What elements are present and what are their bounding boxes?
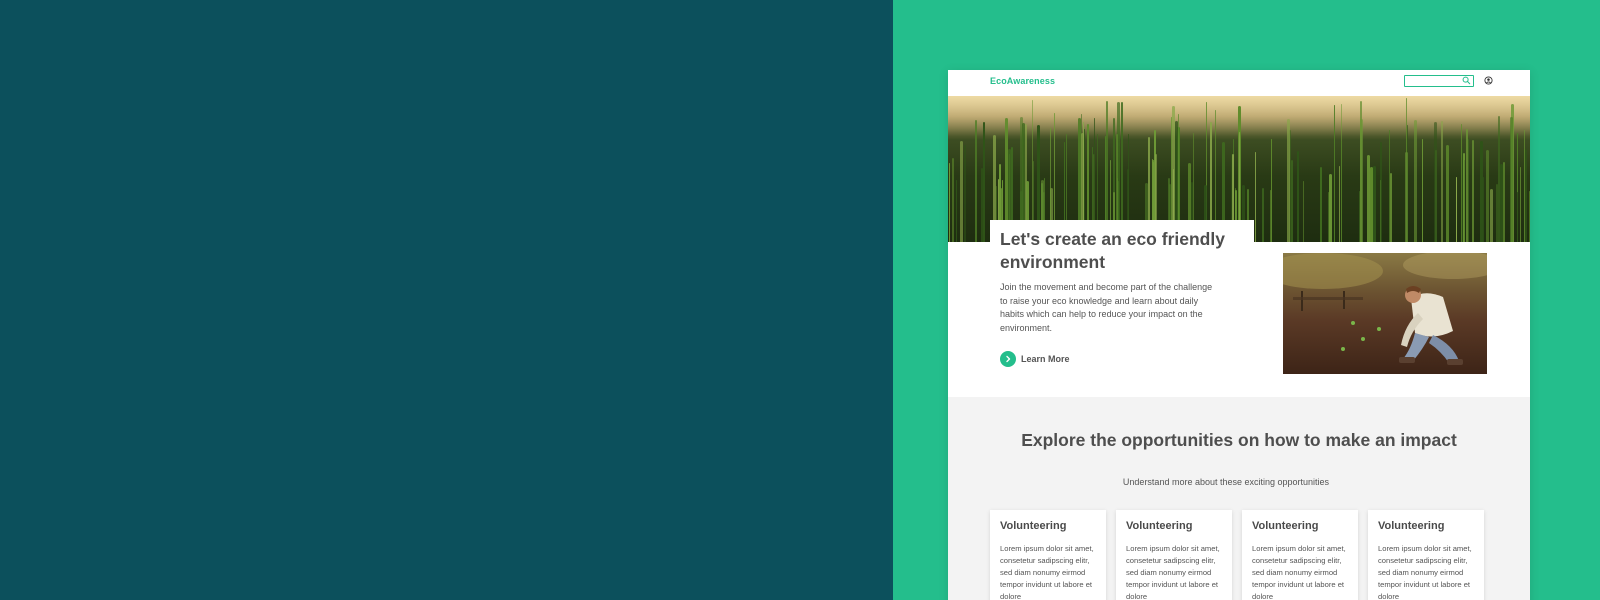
top-navigation: EcoAwareness [948, 70, 1530, 96]
wheat-stalk [964, 145, 966, 242]
wheat-stalk [1297, 151, 1299, 242]
opportunity-card[interactable]: Volunteering Lorem ipsum dolor sit amet,… [990, 510, 1106, 600]
opportunity-card-text: Lorem ipsum dolor sit amet, consetetur s… [1126, 544, 1220, 600]
wheat-stalk [1380, 142, 1382, 242]
search-icon[interactable] [1462, 76, 1471, 85]
opportunity-card-title: Volunteering [1252, 520, 1319, 532]
wheat-stalk [981, 168, 983, 242]
opportunity-card-title: Volunteering [1126, 520, 1193, 532]
wheat-stalk [960, 141, 963, 242]
gardener-photo [1283, 253, 1487, 374]
wheat-stalk [1486, 150, 1489, 242]
user-icon[interactable] [1484, 76, 1493, 85]
wheat-stalk [1287, 119, 1290, 242]
learn-more-button[interactable]: Learn More [1000, 351, 1070, 367]
wheat-stalk [1503, 162, 1505, 242]
wheat-stalk [1464, 160, 1465, 242]
wheat-stalk [1524, 130, 1525, 242]
wheat-stalk [949, 163, 950, 242]
wheat-stalk [1341, 141, 1342, 242]
gardener-illustration [1283, 253, 1487, 374]
wheat-stalk [1466, 129, 1468, 242]
right-panel: EcoAwareness Let's create an eco friendl… [893, 0, 1600, 600]
wheat-stalk [1468, 139, 1469, 242]
site-logo[interactable]: EcoAwareness [990, 76, 1055, 86]
wheat-stalk [1262, 188, 1264, 242]
wheat-stalk [956, 180, 957, 242]
wheat-stalk [1510, 117, 1513, 242]
wheat-stalk [1370, 167, 1373, 242]
opportunity-card[interactable]: Volunteering Lorem ipsum dolor sit amet,… [1242, 510, 1358, 600]
learn-more-label: Learn More [1021, 354, 1070, 364]
opportunity-card-title: Volunteering [1000, 520, 1067, 532]
wheat-stalk [1390, 173, 1392, 242]
hero-title: Let's create an eco friendly environment [1000, 229, 1225, 272]
wheat-stalk [1422, 139, 1423, 242]
wheat-stalk [1373, 166, 1376, 242]
wheat-stalk [1441, 121, 1443, 242]
opportunity-card-text: Lorem ipsum dolor sit amet, consetetur s… [1378, 544, 1472, 600]
wheat-stalk [975, 120, 977, 242]
opportunity-card-text: Lorem ipsum dolor sit amet, consetetur s… [1000, 544, 1094, 600]
wheat-stalk [1360, 119, 1363, 242]
opportunity-card-text: Lorem ipsum dolor sit amet, consetetur s… [1252, 544, 1346, 600]
website-mockup: EcoAwareness Let's create an eco friendl… [948, 70, 1530, 600]
wheat-stalk [1414, 120, 1417, 242]
wheat-stalk [1500, 164, 1503, 242]
wheat-stalk [1255, 152, 1256, 242]
wheat-stalk [983, 122, 985, 242]
opportunity-card-title: Volunteering [1378, 520, 1445, 532]
opportunities-section: Explore the opportunities on how to make… [948, 397, 1530, 600]
left-panel [0, 0, 893, 600]
wheat-stalk [1271, 139, 1272, 242]
wheat-stalk [1490, 189, 1493, 242]
chevron-right-icon [1000, 351, 1016, 367]
wheat-stalk [1517, 192, 1518, 242]
wheat-stalk [1320, 167, 1322, 242]
hero-description: Join the movement and become part of the… [1000, 282, 1213, 333]
wheat-stalk [1520, 167, 1521, 242]
wheat-stalk [1456, 177, 1457, 242]
opportunity-card[interactable]: Volunteering Lorem ipsum dolor sit amet,… [1116, 510, 1232, 600]
wheat-stalk [1446, 145, 1449, 242]
opportunity-card[interactable]: Volunteering Lorem ipsum dolor sit amet,… [1368, 510, 1484, 600]
wheat-stalk [1303, 181, 1304, 242]
wheat-stalk [1529, 191, 1530, 242]
wheat-stalk [1339, 166, 1340, 242]
wheat-stalk [1434, 122, 1437, 242]
wheat-stalk [952, 158, 954, 242]
wheat-stalk [1496, 184, 1498, 242]
wheat-stalk [1291, 160, 1293, 242]
wheat-stalk [1483, 177, 1484, 242]
wheat-stalk [1472, 140, 1474, 242]
wheat-stalk [1329, 174, 1332, 242]
wheat-stalk [1334, 105, 1335, 242]
search-input[interactable] [1404, 75, 1474, 87]
opportunities-subtitle: Understand more about these exciting opp… [1122, 477, 1330, 487]
wheat-stalk [1461, 124, 1462, 242]
wheat-stalk [1406, 98, 1407, 242]
opportunities-title: Explore the opportunities on how to make… [1021, 430, 1457, 450]
